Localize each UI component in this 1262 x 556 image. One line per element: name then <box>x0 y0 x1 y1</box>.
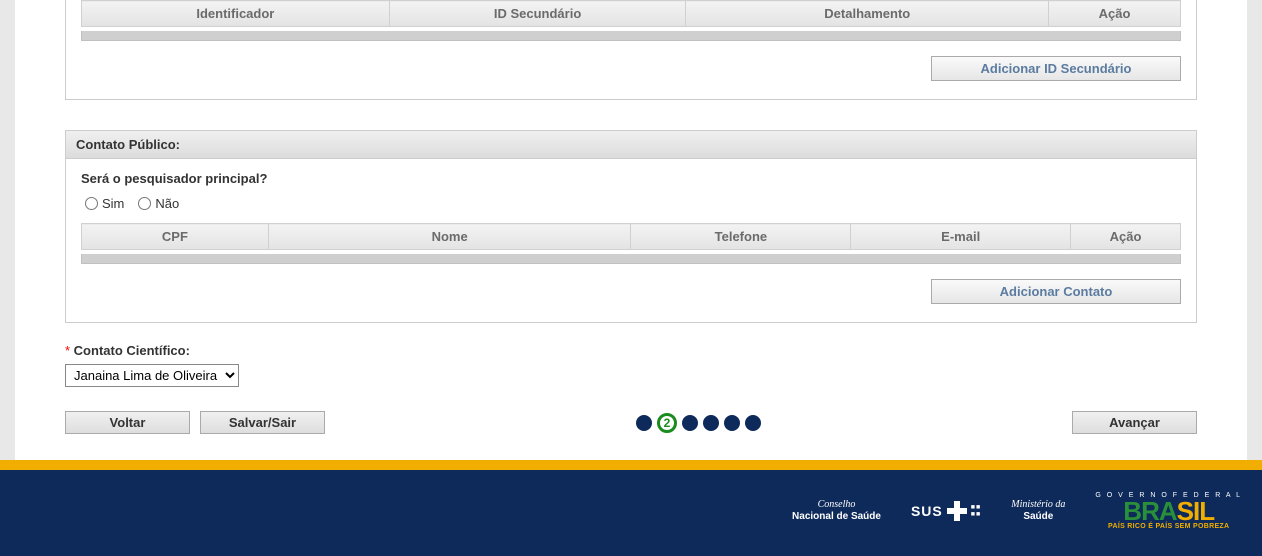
step-indicator: 2 <box>636 413 761 433</box>
add-contact-button[interactable]: Adicionar Contato <box>931 279 1181 304</box>
brasil-logo: G O V E R N O F E D E R A L BRASIL PAÍS … <box>1095 492 1242 530</box>
table-footer-bar <box>81 31 1181 41</box>
step-dot-3[interactable] <box>682 415 698 431</box>
governo-federal-bot: PAÍS RICO É PAÍS SEM POBREZA <box>1108 523 1229 530</box>
radio-sim-label[interactable]: Sim <box>85 196 124 211</box>
public-contact-table: CPF Nome Telefone E-mail Ação <box>81 223 1181 250</box>
radio-nao[interactable] <box>138 197 151 210</box>
page-footer: Conselho Nacional de Saúde SUS ■■■■ Mini… <box>0 470 1262 556</box>
step-dot-1[interactable] <box>636 415 652 431</box>
col-cpf: CPF <box>82 224 269 250</box>
col-nome: Nome <box>268 224 631 250</box>
col-email: E-mail <box>851 224 1071 250</box>
col-telefone: Telefone <box>631 224 851 250</box>
step-dot-6[interactable] <box>745 415 761 431</box>
principal-researcher-question: Será o pesquisador principal? <box>81 171 1181 186</box>
add-secondary-id-button[interactable]: Adicionar ID Secundário <box>931 56 1181 81</box>
step-dot-4[interactable] <box>703 415 719 431</box>
radio-nao-label[interactable]: Não <box>138 196 179 211</box>
contact-table-footer-bar <box>81 254 1181 264</box>
scientific-contact-label: Contato Científico: <box>74 343 190 358</box>
public-contact-panel: Contato Público: Será o pesquisador prin… <box>65 130 1197 323</box>
step-dot-5[interactable] <box>724 415 740 431</box>
col-acao-contato: Ação <box>1071 224 1181 250</box>
conselho-bot: Nacional de Saúde <box>792 511 881 523</box>
nav-section: Voltar Salvar/Sair 2 Avançar <box>65 411 1197 434</box>
public-contact-header: Contato Público: <box>66 131 1196 159</box>
scientific-contact-select[interactable]: Janaina Lima de Oliveira <box>65 364 239 387</box>
advance-button[interactable]: Avançar <box>1072 411 1197 434</box>
secondary-id-table: Identificador ID Secundário Detalhamento… <box>81 0 1181 27</box>
sus-logo: SUS ■■■■ <box>911 501 981 521</box>
col-identificador: Identificador <box>82 1 390 27</box>
ministerio-logo: Ministério da Saúde <box>1011 499 1065 523</box>
col-acao: Ação <box>1049 1 1181 27</box>
back-button[interactable]: Voltar <box>65 411 190 434</box>
required-icon: * <box>65 343 74 358</box>
conselho-logo: Conselho Nacional de Saúde <box>792 499 881 523</box>
save-exit-button[interactable]: Salvar/Sair <box>200 411 325 434</box>
step-dot-2-active[interactable]: 2 <box>657 413 677 433</box>
brasil-part2: SIL <box>1177 500 1214 522</box>
col-id-secundario: ID Secundário <box>389 1 686 27</box>
col-detalhamento: Detalhamento <box>686 1 1049 27</box>
sus-text: SUS <box>911 503 943 520</box>
scientific-contact-field: * Contato Científico: Janaina Lima de Ol… <box>65 343 1197 387</box>
brasil-part1: BRA <box>1123 500 1176 522</box>
cross-icon <box>947 501 967 521</box>
radio-sim[interactable] <box>85 197 98 210</box>
radio-sim-text: Sim <box>102 196 124 211</box>
ministerio-top: Ministério da <box>1011 499 1065 511</box>
footer-yellow-bar <box>0 460 1262 470</box>
brasil-text: BRASIL <box>1123 500 1214 522</box>
conselho-top: Conselho <box>792 499 881 511</box>
secondary-id-panel: Identificador ID Secundário Detalhamento… <box>65 0 1197 100</box>
ministerio-bot: Saúde <box>1011 511 1065 523</box>
radio-nao-text: Não <box>155 196 179 211</box>
sus-small-text: ■■■■ <box>971 504 981 518</box>
